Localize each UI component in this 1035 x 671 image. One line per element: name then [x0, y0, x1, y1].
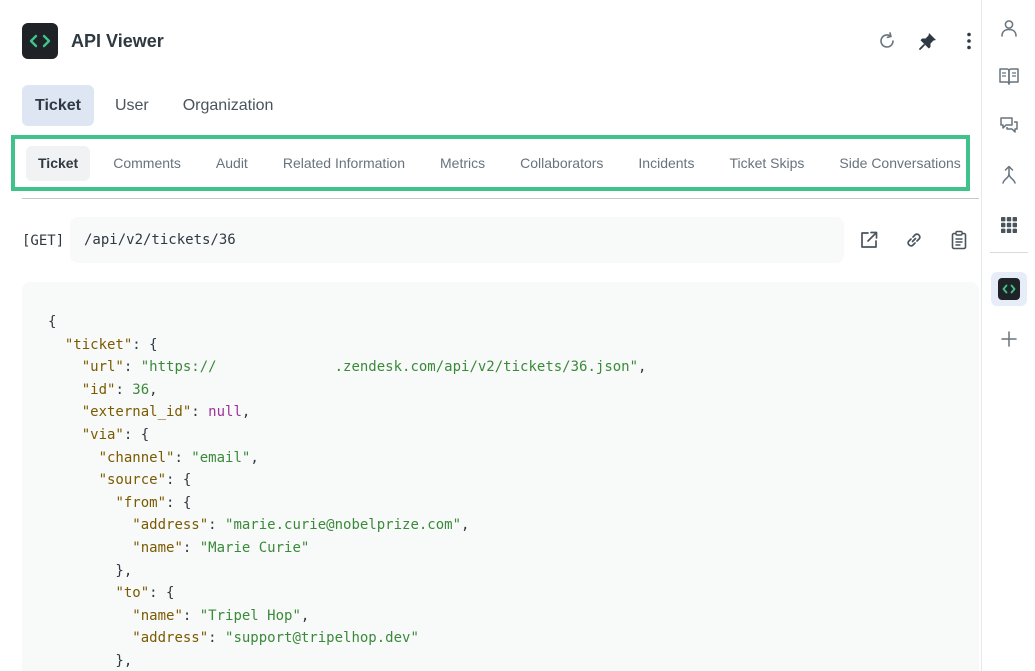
json-line: "id": 36,	[81, 381, 158, 398]
json-response-panel: { "ticket": { "url": "https:// .zendesk.…	[22, 282, 979, 671]
json-line: "url": "https:// .zendesk.com/api/v2/tic…	[81, 359, 647, 376]
api-viewer-app: API Viewer Ticket User Organization Tick…	[0, 0, 981, 671]
pin-icon[interactable]	[916, 29, 940, 53]
json-code: { "ticket": { "url": "https:// .zendesk.…	[48, 311, 646, 671]
app-title: API Viewer	[71, 31, 164, 51]
subtab-comments[interactable]: Comments	[101, 146, 193, 181]
subtab-audit[interactable]: Audit	[204, 146, 260, 181]
tab-organization[interactable]: Organization	[170, 85, 287, 126]
more-vertical-icon[interactable]	[957, 29, 981, 53]
json-line: },	[48, 562, 133, 579]
app-logo-icon	[22, 23, 58, 59]
json-line: "name": "Tripel Hop",	[132, 607, 310, 624]
json-line: "to": {	[115, 585, 175, 602]
tab-user[interactable]: User	[102, 85, 162, 126]
open-external-icon[interactable]	[858, 229, 880, 251]
merge-icon[interactable]	[995, 161, 1023, 189]
book-icon[interactable]	[995, 62, 1023, 90]
json-line: "address": "support@tripelhop.dev"	[132, 630, 419, 647]
right-rail	[981, 0, 1035, 671]
subtab-collaborators[interactable]: Collaborators	[508, 146, 615, 181]
json-line: "name": "Marie Curie"	[132, 539, 310, 556]
json-line: "source": {	[98, 472, 192, 489]
subtab-ticket-skips[interactable]: Ticket Skips	[717, 146, 816, 181]
request-url-field[interactable]: /api/v2/tickets/36	[70, 217, 844, 263]
add-icon[interactable]	[995, 325, 1023, 353]
subtab-related-information[interactable]: Related Information	[271, 146, 417, 181]
json-line: "external_id": null,	[81, 404, 251, 421]
api-viewer-icon[interactable]	[991, 272, 1027, 306]
link-icon[interactable]	[903, 229, 925, 251]
json-line: "channel": "email",	[98, 449, 259, 466]
chat-icon[interactable]	[995, 111, 1023, 139]
request-url-text: /api/v2/tickets/36	[84, 232, 236, 248]
tab-ticket[interactable]: Ticket	[22, 85, 94, 126]
tabs-divider	[22, 198, 979, 199]
copy-clipboard-icon[interactable]	[948, 229, 970, 251]
refresh-icon[interactable]	[875, 29, 899, 53]
app-header: API Viewer	[0, 0, 981, 82]
rail-divider	[990, 252, 1028, 253]
sub-tabs-highlight: Ticket Comments Audit Related Informatio…	[11, 135, 970, 191]
apps-grid-icon[interactable]	[995, 211, 1023, 239]
sub-tabs: Ticket Comments Audit Related Informatio…	[26, 143, 973, 183]
request-method: [GET]	[22, 233, 65, 249]
json-line: },	[48, 652, 133, 669]
subtab-ticket[interactable]: Ticket	[26, 145, 91, 181]
primary-tabs: Ticket User Organization	[22, 85, 286, 126]
json-line: "address": "marie.curie@nobelprize.com",	[132, 517, 470, 534]
subtab-incidents[interactable]: Incidents	[626, 146, 706, 181]
json-line: "ticket": {	[64, 336, 158, 353]
json-line: {	[48, 314, 57, 330]
subtab-metrics[interactable]: Metrics	[428, 146, 497, 181]
user-icon[interactable]	[995, 14, 1023, 42]
subtab-side-conversations[interactable]: Side Conversations	[827, 146, 972, 181]
json-line: "via": {	[81, 426, 150, 443]
json-line: "from": {	[115, 494, 192, 511]
